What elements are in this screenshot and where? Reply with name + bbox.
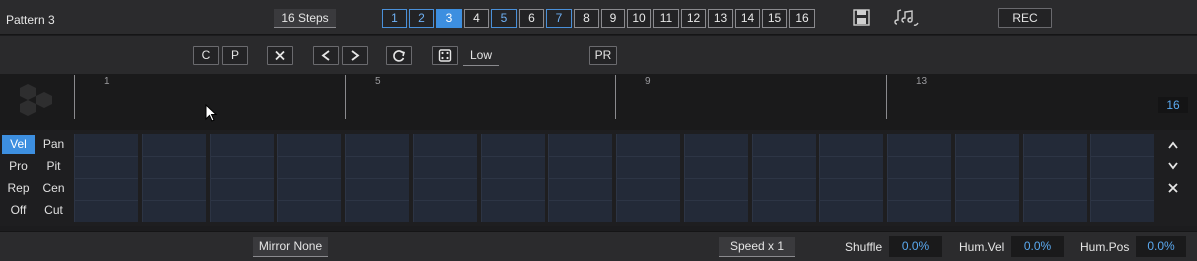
ruler-bar-line bbox=[886, 75, 887, 119]
ruler-bar-line bbox=[615, 75, 616, 119]
lane-button-rep[interactable]: Rep bbox=[2, 179, 35, 198]
pattern-button[interactable]: 15 bbox=[762, 9, 787, 28]
lane-button-cen[interactable]: Cen bbox=[37, 179, 70, 198]
pattern-button[interactable]: 9 bbox=[601, 9, 625, 28]
rec-button[interactable]: REC bbox=[998, 8, 1052, 28]
step-cell[interactable] bbox=[413, 134, 477, 222]
pattern-button[interactable]: 13 bbox=[708, 9, 733, 28]
mouse-cursor-icon bbox=[205, 103, 219, 124]
pattern-button[interactable]: 7 bbox=[546, 9, 572, 28]
pattern-button[interactable]: 5 bbox=[491, 9, 517, 28]
step-cell[interactable] bbox=[74, 134, 138, 222]
lane-button-pro[interactable]: Pro bbox=[2, 157, 35, 176]
close-icon bbox=[268, 50, 292, 67]
step-cell[interactable] bbox=[819, 134, 883, 222]
hexagon-logo-icon bbox=[14, 82, 60, 118]
move-up-button[interactable] bbox=[1163, 138, 1183, 154]
step-cell[interactable] bbox=[345, 134, 409, 222]
step-cell[interactable] bbox=[955, 134, 1019, 222]
pattern-button[interactable]: 10 bbox=[627, 9, 651, 28]
hum-pos-value[interactable]: 0.0% bbox=[1136, 236, 1186, 257]
step-cell[interactable] bbox=[210, 134, 274, 222]
pattern-button[interactable]: 16 bbox=[789, 9, 815, 28]
mirror-select[interactable]: Mirror None bbox=[253, 237, 328, 257]
save-pattern-icon[interactable] bbox=[853, 9, 871, 26]
regenerate-button[interactable] bbox=[386, 46, 412, 65]
lane-button-pan[interactable]: Pan bbox=[37, 135, 70, 154]
pattern-button[interactable]: 11 bbox=[653, 9, 679, 28]
pattern-button[interactable]: 8 bbox=[574, 9, 599, 28]
ruler-bar-number: 13 bbox=[916, 76, 928, 87]
lane-button-vel[interactable]: Vel bbox=[2, 135, 35, 154]
paste-button[interactable]: P bbox=[222, 46, 248, 65]
pattern-name: Pattern 3 bbox=[6, 13, 55, 27]
step-cell[interactable] bbox=[684, 134, 748, 222]
chevron-up-icon bbox=[1163, 139, 1183, 155]
dice-icon bbox=[433, 49, 457, 67]
pattern-button[interactable]: 14 bbox=[735, 9, 760, 28]
lane-button-pit[interactable]: Pit bbox=[37, 157, 70, 176]
hum-pos-label: Hum.Pos bbox=[1080, 240, 1130, 254]
lane-button-cut[interactable]: Cut bbox=[37, 201, 70, 220]
pattern-button[interactable]: 2 bbox=[409, 9, 434, 28]
step-cell[interactable] bbox=[616, 134, 680, 222]
random-amount-select[interactable]: Low bbox=[463, 46, 499, 66]
copy-button[interactable]: C bbox=[193, 46, 219, 65]
chevron-right-icon bbox=[343, 50, 367, 67]
shuffle-label: Shuffle bbox=[845, 240, 883, 254]
lane-button-off[interactable]: Off bbox=[2, 201, 35, 220]
ruler-bar-number: 9 bbox=[645, 76, 651, 87]
clear-pattern-button[interactable] bbox=[267, 46, 293, 65]
randomize-button[interactable] bbox=[432, 46, 458, 65]
pattern-button[interactable]: 6 bbox=[519, 9, 544, 28]
chevron-left-icon bbox=[314, 50, 338, 67]
shift-right-button[interactable] bbox=[342, 46, 368, 65]
piano-roll-button[interactable]: PR bbox=[589, 46, 617, 65]
step-ruler bbox=[0, 74, 1197, 130]
last-step-indicator[interactable]: 16 bbox=[1158, 97, 1188, 113]
step-cell[interactable] bbox=[1090, 134, 1154, 222]
ruler-bar-number: 1 bbox=[104, 76, 110, 87]
step-cell[interactable] bbox=[481, 134, 545, 222]
clear-lane-button[interactable] bbox=[1163, 181, 1183, 197]
ruler-bar-line bbox=[74, 75, 75, 119]
ruler-bar-line bbox=[345, 75, 346, 119]
move-down-button[interactable] bbox=[1163, 159, 1183, 175]
pattern-button[interactable]: 12 bbox=[681, 9, 706, 28]
step-cell[interactable] bbox=[1023, 134, 1087, 222]
step-cell[interactable] bbox=[887, 134, 951, 222]
steps-selector[interactable]: 16 Steps bbox=[274, 9, 336, 28]
hum-vel-value[interactable]: 0.0% bbox=[1011, 236, 1064, 257]
pattern-button[interactable]: 3 bbox=[436, 9, 462, 28]
pattern-button[interactable]: 4 bbox=[464, 9, 489, 28]
pattern-button[interactable]: 1 bbox=[382, 9, 407, 28]
step-cell[interactable] bbox=[548, 134, 612, 222]
step-cell[interactable] bbox=[142, 134, 206, 222]
speed-select[interactable]: Speed x 1 bbox=[719, 237, 795, 257]
close-icon bbox=[1163, 182, 1183, 198]
chevron-down-icon bbox=[1163, 160, 1183, 176]
music-notes-icon[interactable] bbox=[893, 8, 921, 28]
shuffle-value[interactable]: 0.0% bbox=[889, 236, 942, 257]
step-cell[interactable] bbox=[752, 134, 816, 222]
ruler-bar-number: 5 bbox=[375, 76, 381, 87]
refresh-icon bbox=[387, 50, 411, 67]
hum-vel-label: Hum.Vel bbox=[959, 240, 1005, 254]
step-cell[interactable] bbox=[277, 134, 341, 222]
shift-left-button[interactable] bbox=[313, 46, 339, 65]
